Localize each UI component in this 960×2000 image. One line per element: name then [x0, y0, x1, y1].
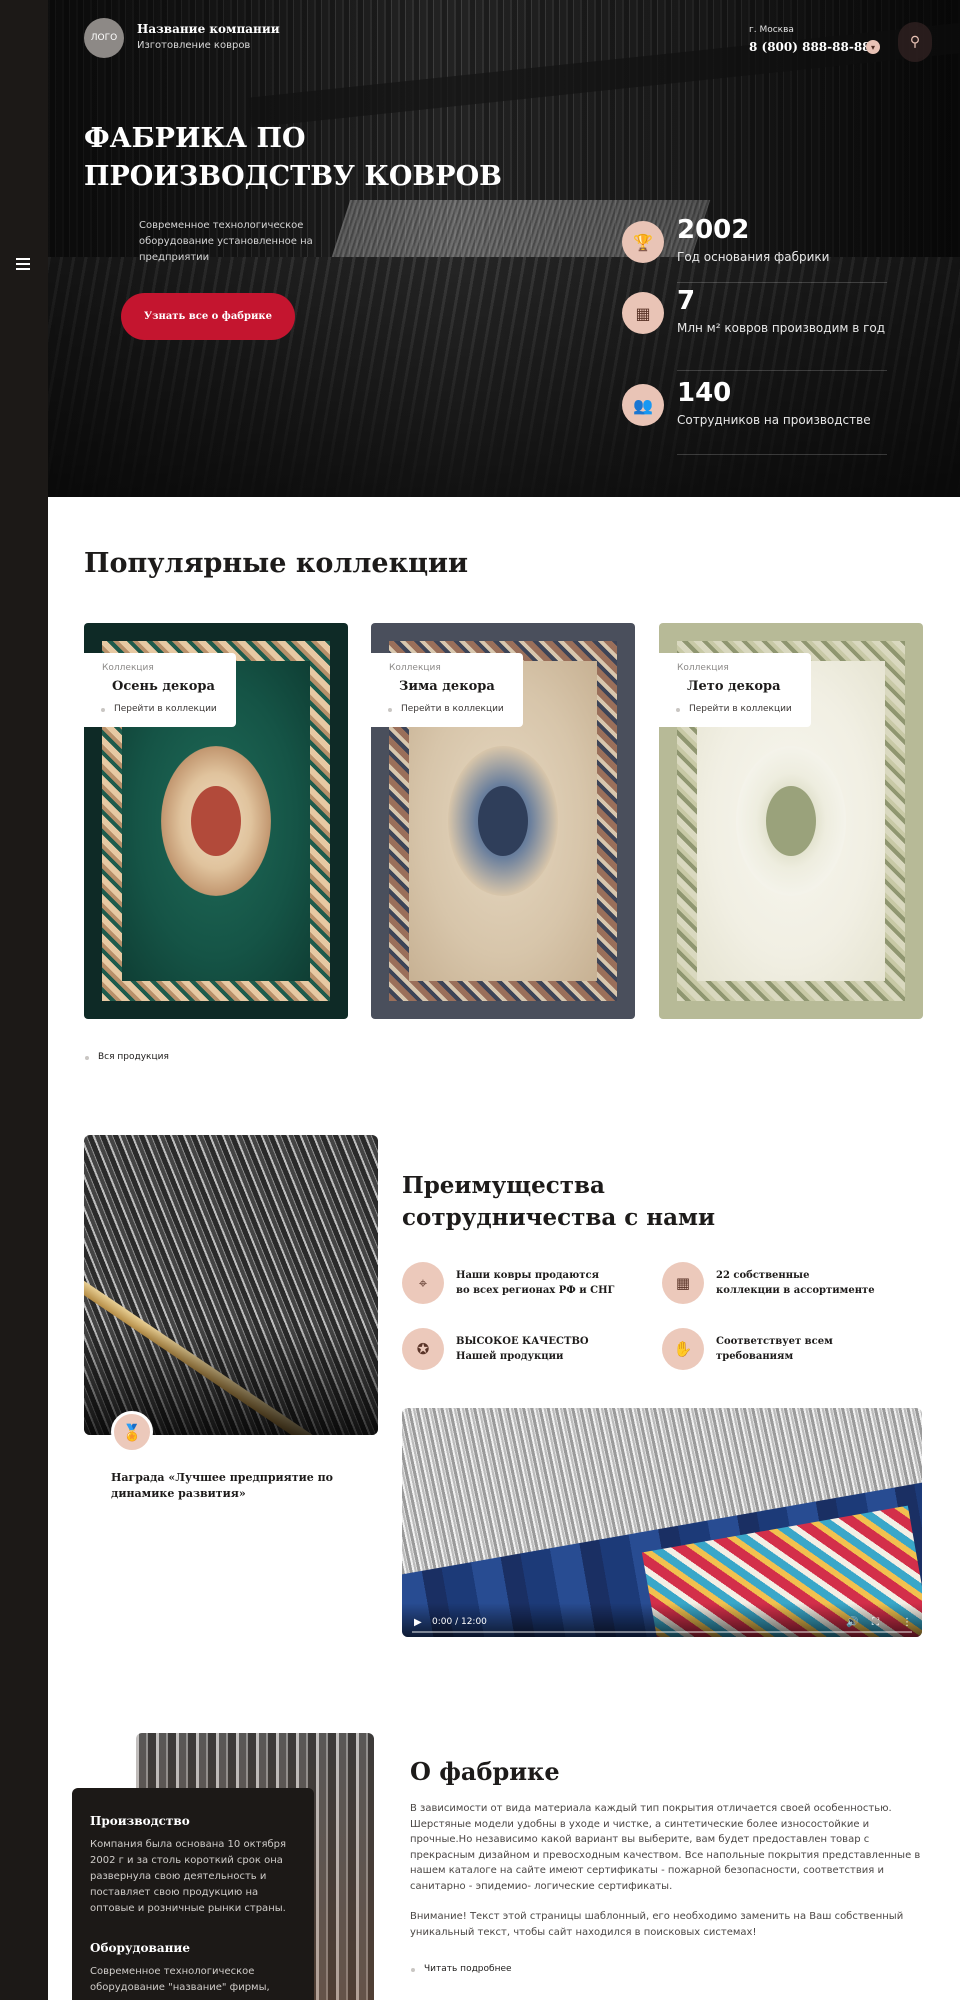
logo[interactable]: ЛОГО	[84, 18, 124, 58]
advantage-text: Наши ковры продаются во всех регионах РФ…	[456, 1270, 615, 1296]
collection-card[interactable]: Коллекция Лето декора Перейти в коллекци…	[659, 623, 923, 1019]
about-title: О фабрике	[410, 1757, 560, 1786]
all-products-link[interactable]: Вся продукция	[85, 1052, 169, 1062]
stat-value: 2002	[677, 215, 750, 245]
collection-tag: Коллекция Зима декора Перейти в коллекци…	[371, 653, 523, 727]
company-subtitle: Изготовление ковров	[137, 40, 251, 51]
video-controls: ▶ 0:00 / 12:00 🔊 ⛶ ⋮	[402, 1603, 922, 1637]
more-options-icon[interactable]: ⋮	[902, 1617, 912, 1628]
card-text-equipment: Современное технологическое оборудование…	[90, 1966, 270, 2000]
collection-tag: Коллекция Осень декора Перейти в коллекц…	[84, 653, 236, 727]
carpet-icon: ▦	[662, 1262, 704, 1304]
about-factory-button[interactable]: Узнать все о фабрике	[121, 293, 295, 340]
card-heading-equipment: Оборудование	[90, 1941, 190, 1955]
stat-label: Млн м² ковров производим в год	[677, 321, 886, 335]
hand-check-icon: ✋	[662, 1328, 704, 1370]
about-info-card: Производство Компания была основана 10 о…	[72, 1788, 314, 2000]
advantage-text: Соответствует всем требованиям	[716, 1336, 833, 1362]
volume-icon[interactable]: 🔊	[846, 1617, 858, 1628]
video-progress-bar[interactable]	[412, 1631, 912, 1633]
video-time: 0:00 / 12:00	[432, 1617, 487, 1627]
collection-link[interactable]: Перейти в коллекции	[676, 704, 792, 714]
quality-icon: ✪	[402, 1328, 444, 1370]
collection-card[interactable]: Коллекция Осень декора Перейти в коллекц…	[84, 623, 348, 1019]
divider	[677, 454, 887, 455]
about-paragraph: Внимание! Текст этой страницы шаблонный,…	[410, 1911, 904, 1938]
medal-icon: 🏅	[111, 1411, 153, 1453]
card-text-production: Компания была основана 10 октября 2002 г…	[90, 1839, 286, 1914]
divider	[677, 370, 887, 371]
read-more-link[interactable]: Читать подробнее	[411, 1964, 512, 1974]
advantage-text: 22 собственные коллекции в ассортименте	[716, 1270, 875, 1296]
advantage-text: ВЫСОКОЕ КАЧЕСТВО Нашей продукции	[456, 1336, 589, 1362]
stat-value: 7	[677, 286, 696, 316]
about-paragraph: В зависимости от вида материала каждый т…	[410, 1803, 921, 1892]
phone-number[interactable]: 8 (800) 888-88-88	[749, 40, 871, 54]
collection-name[interactable]: Лето декора	[687, 679, 781, 694]
collection-link[interactable]: Перейти в коллекции	[101, 704, 217, 714]
city-label: г. Москва	[749, 25, 794, 35]
company-block: Название компании Изготовление ковров	[137, 22, 280, 51]
collection-kicker: Коллекция	[389, 663, 441, 673]
collection-card[interactable]: Коллекция Зима декора Перейти в коллекци…	[371, 623, 635, 1019]
loom-photo	[84, 1135, 378, 1435]
collection-kicker: Коллекция	[677, 663, 729, 673]
card-heading-production: Производство	[90, 1814, 190, 1828]
trophy-icon: 🏆	[622, 221, 664, 263]
fullscreen-icon[interactable]: ⛶	[872, 1617, 879, 1628]
hamburger-icon[interactable]	[16, 258, 30, 270]
collection-kicker: Коллекция	[102, 663, 154, 673]
hero-title: ФАБРИКА ПО ПРОИЗВОДСТВУ КОВРОВ	[84, 123, 502, 192]
award-text: Награда «Лучшее предприятие по динамике …	[111, 1471, 334, 1500]
collections-title: Популярные коллекции	[84, 548, 469, 579]
workers-icon: 👥	[622, 384, 664, 426]
company-name[interactable]: Название компании	[137, 22, 280, 36]
chevron-down-icon[interactable]: ▾	[866, 40, 880, 54]
divider	[677, 282, 887, 283]
hero-description: Современное технологическое оборудование…	[139, 220, 313, 263]
left-sidebar-rail	[0, 0, 48, 2000]
map-pin-icon: ⌖	[402, 1262, 444, 1304]
collection-tag: Коллекция Лето декора Перейти в коллекци…	[659, 653, 811, 727]
advantages-title: Преимущества сотрудничества с нами	[402, 1172, 716, 1231]
stat-value: 140	[677, 378, 732, 408]
loom-icon: ▦	[622, 292, 664, 334]
collection-name[interactable]: Осень декора	[112, 679, 215, 694]
about-text: В зависимости от вида материала каждый т…	[410, 1801, 930, 1940]
video-player[interactable]: ▶ 0:00 / 12:00 🔊 ⛶ ⋮	[402, 1408, 922, 1637]
stat-label: Год основания фабрики	[677, 250, 830, 264]
collection-link[interactable]: Перейти в коллекции	[388, 704, 504, 714]
stat-label: Сотрудников на производстве	[677, 413, 871, 427]
share-icon[interactable]: ⚲	[898, 22, 932, 62]
play-icon[interactable]: ▶	[414, 1617, 422, 1628]
collection-name[interactable]: Зима декора	[399, 679, 495, 694]
